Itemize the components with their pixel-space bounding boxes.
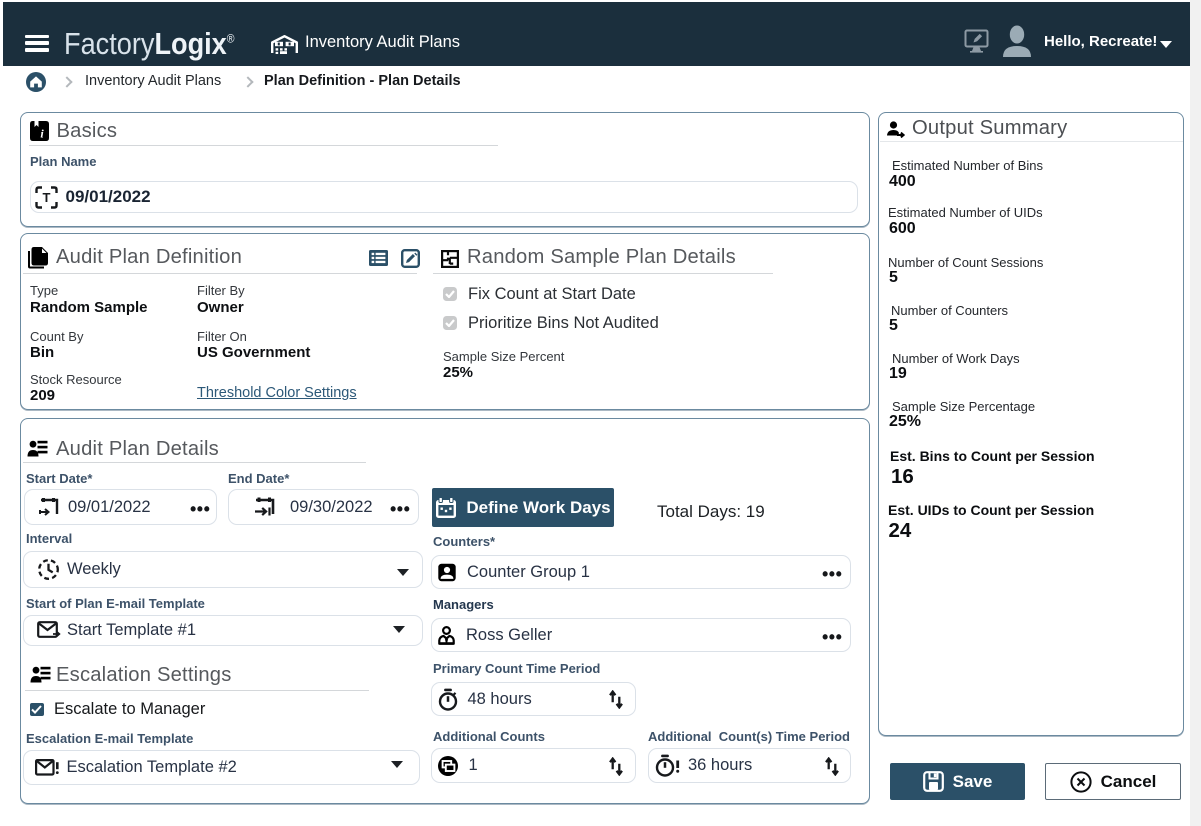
svg-text:T: T [42, 190, 50, 205]
